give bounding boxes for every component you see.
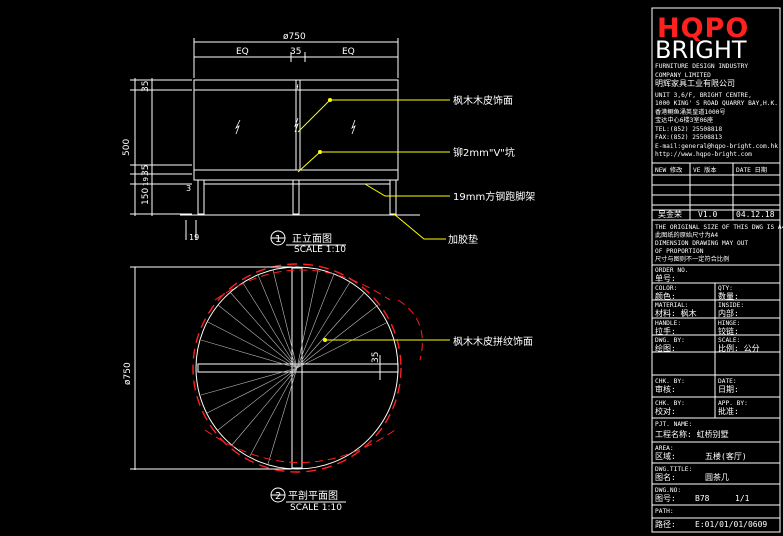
field-text: QTY: bbox=[718, 285, 733, 292]
dim-mid-thickness: 35 bbox=[141, 165, 151, 176]
company-line: 明辉家具工业有限公司 bbox=[655, 79, 735, 88]
elevation-title-number: 1 bbox=[275, 234, 281, 245]
dim-total-width: ø750 bbox=[283, 32, 306, 42]
field-text: 材料: 枫木 bbox=[655, 309, 697, 318]
path-value: E:01/01/01/0609 bbox=[695, 520, 768, 529]
dwg-no-label: 图号: bbox=[655, 494, 676, 503]
field-text: CHK. BY: bbox=[655, 378, 685, 385]
company-line: FURNITURE DESIGN INDUSTRY bbox=[655, 63, 749, 70]
field-text: 批准: bbox=[718, 407, 739, 416]
dim-19-a: 19 bbox=[142, 177, 150, 186]
logo-bright: BRIGHT bbox=[655, 36, 747, 64]
field-text: 单号: bbox=[655, 274, 676, 283]
company-line: http://www.hqpo-bright.com bbox=[655, 151, 752, 158]
sheet-number: 1/1 bbox=[735, 494, 750, 503]
company-line: FAX:(852) 25508813 bbox=[655, 134, 723, 141]
plan-note-veneer: 枫木木皮拼纹饰面 bbox=[453, 335, 533, 348]
field-text: HANDLE: bbox=[655, 320, 682, 327]
field-text: 数量: bbox=[718, 292, 739, 301]
company-line: 宝达中心6楼3室06座 bbox=[655, 117, 714, 124]
company-line: E-mail:general@hqpo-bright.com.hk bbox=[655, 142, 778, 150]
note-line: DIMENSION DRAWING MAY OUT bbox=[655, 240, 749, 247]
dwg-no-label-en: DWG.NO: bbox=[655, 487, 682, 494]
field-text: 内部: bbox=[718, 309, 739, 318]
rev-header-date: DATE 日期 bbox=[736, 167, 768, 174]
field-text: 铰链: bbox=[718, 327, 739, 336]
area-label-en: AREA: bbox=[655, 445, 674, 452]
field-text: 审核: bbox=[655, 385, 676, 394]
note-veneer: 枫木木皮饰面 bbox=[453, 94, 513, 107]
note-line: 此图纸的原始尺寸为A4 bbox=[655, 232, 719, 239]
company-line: 1000 KING' S ROAD QUARRY BAY,H.K. bbox=[655, 100, 778, 107]
plan-dim-diameter: ø750 bbox=[123, 362, 133, 385]
field-text: SCALE: bbox=[718, 337, 741, 344]
note-pad: 加胶垫 bbox=[448, 233, 478, 246]
area-label: 区域: bbox=[655, 452, 676, 461]
dim-eq-left: EQ bbox=[236, 47, 249, 57]
note-line: 尺寸与图则不一定符合比例 bbox=[655, 256, 730, 263]
field-text: 校对: bbox=[655, 407, 676, 416]
rev-name: 吴金荣 bbox=[658, 210, 682, 219]
plan-dim-35: 35 bbox=[371, 352, 381, 363]
rev-version: V1.0 bbox=[698, 210, 718, 219]
dwg-no-value: B78 bbox=[695, 494, 710, 503]
company-line: 香港鲗鱼涌英皇道1000号 bbox=[655, 108, 726, 116]
dwg-title-value: 圆茶几 bbox=[705, 473, 729, 482]
dwg-title-label: 图名: bbox=[655, 473, 676, 482]
project-name: 工程名称: 虹桥别墅 bbox=[655, 430, 729, 439]
note-groove: 铆2mm"V"坑 bbox=[453, 146, 515, 159]
company-line: TEL:(852) 25508818 bbox=[655, 125, 723, 133]
elevation-title-text: 正立面图 bbox=[292, 232, 332, 245]
dim-150: 150 bbox=[141, 188, 151, 205]
plan-title-number: 2 bbox=[275, 491, 281, 502]
field-text: CHK. BY: bbox=[655, 400, 685, 407]
project-name-label-en: PJT. NAME: bbox=[655, 421, 693, 428]
field-text: COLOR: bbox=[655, 285, 678, 292]
field-text: 拉手: bbox=[655, 327, 676, 336]
field-text: 比例: 公分 bbox=[718, 344, 760, 353]
note-frame: 19mm方钢跑脚架 bbox=[453, 190, 535, 203]
field-text: HINGE: bbox=[718, 320, 741, 327]
field-text: 日期: bbox=[718, 385, 739, 394]
field-text: DWG. BY: bbox=[655, 337, 685, 344]
dim-top-thickness: 35 bbox=[141, 81, 151, 92]
field-text: MATERIAL: bbox=[655, 302, 689, 309]
dim-19-b: 19 bbox=[189, 233, 199, 242]
note-line: OF PROPORTION bbox=[655, 248, 704, 255]
company-line: COMPANY LIMITED bbox=[655, 71, 711, 79]
path-label-en: PATH: bbox=[655, 508, 674, 515]
field-text: INSIDE: bbox=[718, 302, 745, 309]
dim-eq-right: EQ bbox=[342, 47, 355, 57]
plan-scale: SCALE 1:10 bbox=[290, 503, 342, 513]
rev-header-new: NEW 修改 bbox=[655, 167, 683, 174]
area-value: 五楼(客厅) bbox=[705, 452, 747, 461]
company-line: UNIT 3,6/F, BRIGHT CENTRE, bbox=[655, 91, 752, 99]
field-text: ORDER NO. bbox=[655, 267, 689, 274]
rev-header-ve: VE 版本 bbox=[693, 167, 717, 174]
note-line: THE ORIGINAL SIZE OF THIS DWG IS A4 bbox=[655, 224, 783, 231]
field-text: 颜色: bbox=[655, 292, 676, 301]
rev-date: 04.12.18 bbox=[736, 210, 775, 219]
field-text: APP. BY: bbox=[718, 400, 748, 407]
elevation-scale: SCALE 1:10 bbox=[294, 245, 346, 255]
dim-center: 35 bbox=[290, 47, 301, 57]
field-text: DATE: bbox=[718, 378, 737, 385]
dim-3: 3 bbox=[186, 184, 191, 193]
plan-title-text: 平剖平面图 bbox=[288, 489, 338, 502]
dwg-title-label-en: DWG.TITLE: bbox=[655, 466, 693, 473]
field-text: 绘图: bbox=[655, 344, 676, 353]
path-label: 路径: bbox=[655, 520, 676, 529]
dim-height: 500 bbox=[122, 139, 132, 156]
